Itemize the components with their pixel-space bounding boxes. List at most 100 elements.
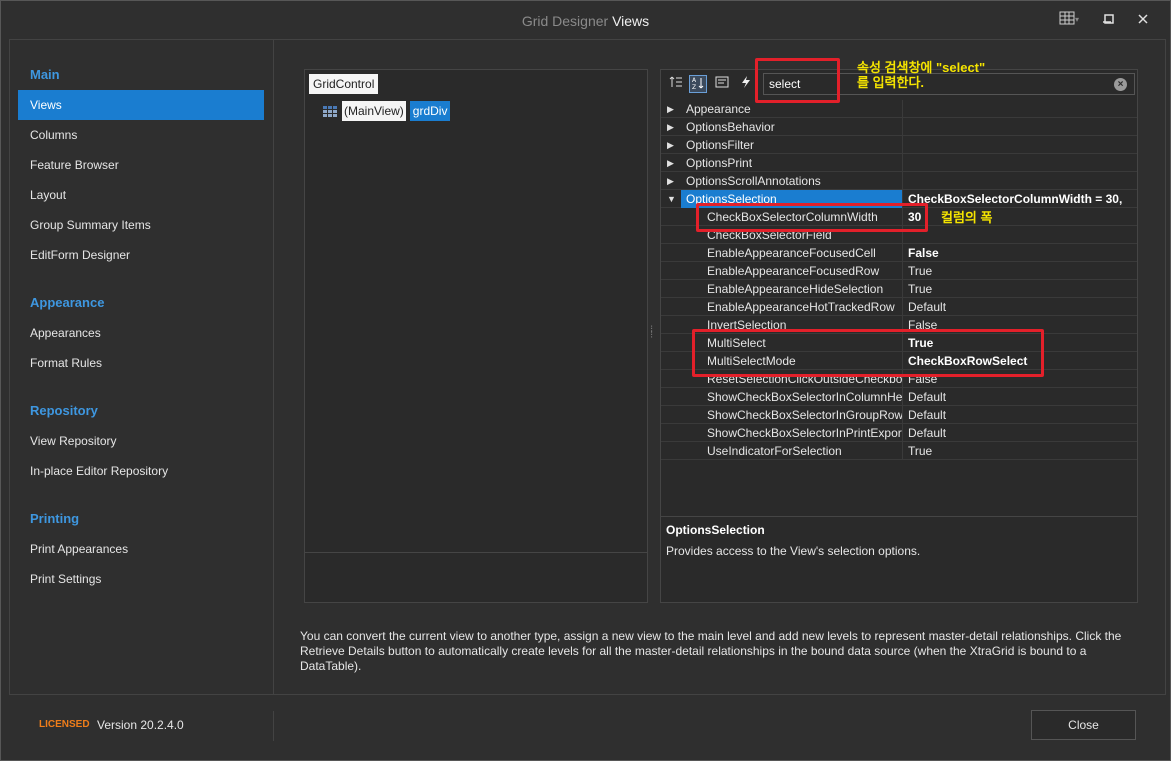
nav-header-appearance: Appearance [30, 295, 105, 310]
alphabetical-sort-icon[interactable]: AZ [689, 75, 707, 93]
property-value[interactable]: Default [902, 388, 1137, 406]
property-name[interactable]: ShowCheckBoxSelectorInGroupRow [681, 406, 902, 424]
description-title: OptionsSelection [666, 523, 765, 537]
property-value[interactable]: True [902, 280, 1137, 298]
nav-item-view-repository[interactable]: View Repository [18, 426, 264, 456]
property-value[interactable]: Default [902, 424, 1137, 442]
title-accent: Views [612, 13, 650, 29]
grid-designer-window: Grid Designer Views ▾ Main Views Columns… [0, 0, 1171, 761]
view-info-text: You can convert the current view to anot… [300, 629, 1122, 673]
property-name[interactable]: EnableAppearanceFocusedRow [681, 262, 902, 280]
nav-item-format-rules[interactable]: Format Rules [18, 348, 264, 378]
property-name[interactable]: ShowCheckBoxSelectorInColumnHeader [681, 388, 902, 406]
property-value[interactable]: CheckBoxSelectorColumnWidth = 30, [902, 190, 1137, 208]
property-row[interactable]: ▶ OptionsScrollAnnotations [661, 172, 1137, 190]
property-pages-icon[interactable] [713, 75, 731, 93]
property-value[interactable]: False [902, 244, 1137, 262]
search-highlight-box [755, 58, 840, 103]
nav-item-feature-browser[interactable]: Feature Browser [18, 150, 264, 180]
property-name[interactable]: OptionsPrint [681, 154, 902, 172]
width-annotation: 컬럼의 폭 [941, 210, 993, 225]
property-name[interactable]: EnableAppearanceHotTrackedRow [681, 298, 902, 316]
events-lightning-icon[interactable] [737, 75, 755, 93]
property-row[interactable]: EnableAppearanceFocusedRow True [661, 262, 1137, 280]
property-name[interactable]: UseIndicatorForSelection [681, 442, 902, 460]
property-row[interactable]: UseIndicatorForSelection True [661, 442, 1137, 460]
property-row[interactable]: ▶ OptionsBehavior [661, 118, 1137, 136]
property-value[interactable] [902, 136, 1137, 154]
tree-node-mainview-label[interactable]: (MainView) [342, 101, 406, 121]
categorized-icon[interactable] [667, 75, 685, 93]
property-value[interactable] [902, 154, 1137, 172]
licensed-badge: LICENSED [39, 719, 90, 730]
search-annotation-line1: 속성 검색창에 "select" [857, 60, 986, 75]
tree-node-grddiv-label[interactable]: grdDiv [409, 101, 451, 121]
property-value[interactable]: True [902, 262, 1137, 280]
grid-view-icon [323, 105, 337, 117]
property-row[interactable]: ShowCheckBoxSelectorInGroupRow Default [661, 406, 1137, 424]
svg-text:Z: Z [692, 84, 696, 90]
nav-item-print-settings[interactable]: Print Settings [18, 564, 264, 594]
svg-text:A: A [692, 77, 697, 84]
navigation-panel: Main Views Columns Feature Browser Layou… [10, 40, 274, 694]
property-row[interactable]: EnableAppearanceFocusedCell False [661, 244, 1137, 262]
tree-bottom-area [305, 552, 647, 553]
property-name[interactable]: ShowCheckBoxSelectorInPrintExport [681, 424, 902, 442]
property-description: OptionsSelection Provides access to the … [661, 516, 1137, 602]
splitter-handle[interactable]: ⁝ ⁝ [650, 325, 656, 345]
property-value[interactable]: True [902, 442, 1137, 460]
property-name[interactable]: OptionsFilter [681, 136, 902, 154]
tree-node-mainview[interactable]: (MainView) grdDiv [323, 101, 451, 121]
title-bar: Grid Designer Views ▾ [1, 1, 1170, 39]
property-row[interactable]: ▶ OptionsPrint [661, 154, 1137, 172]
property-value[interactable] [902, 226, 1137, 244]
property-value[interactable]: Default [902, 406, 1137, 424]
property-value[interactable] [902, 118, 1137, 136]
nav-item-columns[interactable]: Columns [18, 120, 264, 150]
layout-menu-icon[interactable]: ▾ [1053, 10, 1085, 30]
nav-item-layout[interactable]: Layout [18, 180, 264, 210]
collapse-arrow-icon[interactable]: ▼ [667, 190, 679, 208]
close-button[interactable]: Close [1031, 710, 1136, 740]
nav-header-repository: Repository [30, 403, 98, 418]
nav-item-appearances[interactable]: Appearances [18, 318, 264, 348]
maximize-icon[interactable] [1098, 10, 1120, 30]
property-row[interactable]: EnableAppearanceHideSelection True [661, 280, 1137, 298]
property-name[interactable]: EnableAppearanceHideSelection [681, 280, 902, 298]
expand-arrow-icon[interactable]: ▶ [667, 100, 679, 118]
nav-item-group-summary-items[interactable]: Group Summary Items [18, 210, 264, 240]
property-row[interactable]: ▶ OptionsFilter [661, 136, 1137, 154]
property-name[interactable]: EnableAppearanceFocusedCell [681, 244, 902, 262]
property-row[interactable]: ShowCheckBoxSelectorInColumnHeaderDefaul… [661, 388, 1137, 406]
property-name[interactable]: OptionsScrollAnnotations [681, 172, 902, 190]
window-title: Grid Designer Views [1, 13, 1170, 29]
property-row[interactable]: ▶ Appearance [661, 100, 1137, 118]
column-width-highlight-box [696, 203, 928, 232]
nav-header-main: Main [30, 67, 60, 82]
expand-arrow-icon[interactable]: ▶ [667, 172, 679, 190]
close-window-icon[interactable] [1132, 10, 1154, 30]
property-row[interactable]: ShowCheckBoxSelectorInPrintExport Default [661, 424, 1137, 442]
expand-arrow-icon[interactable]: ▶ [667, 136, 679, 154]
property-rows: ▶ Appearance ▶ OptionsBehavior ▶ OptionsFilte… [661, 100, 1137, 460]
property-value[interactable]: Default [902, 298, 1137, 316]
search-annotation-line2: 를 입력한다. [857, 75, 925, 90]
nav-item-print-appearances[interactable]: Print Appearances [18, 534, 264, 564]
property-value[interactable] [902, 172, 1137, 190]
nav-item-editform-designer[interactable]: EditForm Designer [18, 240, 264, 270]
nav-item-inplace-editor-repository[interactable]: In-place Editor Repository [18, 456, 264, 486]
search-annotation: 속성 검색창에 "select" 를 입력한다. [857, 60, 985, 90]
property-row[interactable]: EnableAppearanceHotTrackedRow Default [661, 298, 1137, 316]
expand-arrow-icon[interactable]: ▶ [667, 118, 679, 136]
property-name[interactable]: OptionsBehavior [681, 118, 902, 136]
tree-node-gridcontrol[interactable]: GridControl [309, 74, 379, 94]
property-value[interactable] [902, 100, 1137, 118]
version-label: Version 20.2.4.0 [97, 718, 184, 732]
clear-search-icon[interactable]: × [1114, 78, 1127, 91]
nav-item-views[interactable]: Views [18, 90, 264, 120]
expand-arrow-icon[interactable]: ▶ [667, 154, 679, 172]
title-prefix: Grid Designer [521, 13, 609, 29]
nav-header-printing: Printing [30, 511, 80, 526]
property-value[interactable]: 30 [902, 208, 1137, 226]
description-text: Provides access to the View's selection … [666, 544, 921, 558]
